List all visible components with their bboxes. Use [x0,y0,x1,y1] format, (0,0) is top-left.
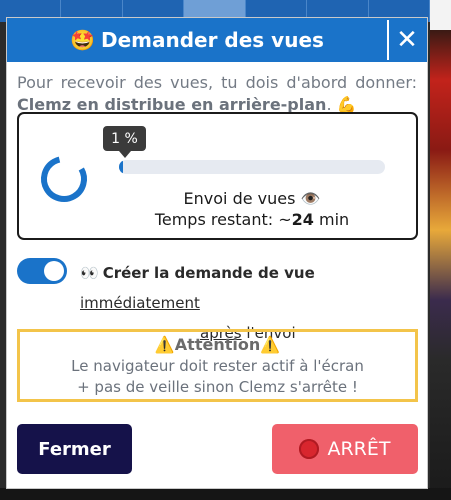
toggle-knob [44,261,64,281]
modal-header: 🤩 Demander des vues ✕ [7,18,427,62]
request-views-modal: 🤩 Demander des vues ✕ Pour recevoir des v… [7,18,427,488]
immediate-request-toggle[interactable] [17,258,67,284]
close-icon-button[interactable]: ✕ [387,20,425,60]
close-button[interactable]: Fermer [17,424,132,474]
warning-line-1: Le navigateur doit rester actif à l'écra… [71,357,364,375]
warning-title: ⚠️Attention⚠️ [154,335,281,354]
time-remaining-value: 24 [291,210,314,229]
background-bottom-bar [0,488,451,500]
background-image-strip [430,0,451,500]
time-remaining-label: Temps restant: ~24 min [119,210,385,229]
eyes-emoji: 👀 [80,264,99,282]
progress-bar [119,160,385,174]
warning-line-2: + pas de veille sinon Clemz s'arrête ! [77,378,358,396]
progress-bar-fill [119,160,123,174]
stop-sign-icon [299,439,320,459]
modal-title: 🤩 Demander des vues [7,28,427,52]
progress-panel: 1 % Envoi de vues 👁️ Temps restant: ~24 … [17,112,418,240]
loading-spinner-icon [41,156,87,202]
intro-text: Pour recevoir des vues, tu dois d'abord … [7,62,427,116]
time-remaining-unit: min [313,210,350,229]
time-remaining-prefix: Temps restant: ~ [154,210,292,229]
intro-text-prefix: Pour recevoir des vues, tu dois d'abord … [17,73,417,92]
stop-button[interactable]: ARRÊT [272,424,418,474]
stop-button-label: ARRÊT [327,438,391,460]
star-eyes-emoji: 🤩 [70,28,95,52]
progress-percent-tooltip: 1 % [103,126,146,158]
sending-status-label: Envoi de vues 👁️ [183,189,321,208]
warning-box: ⚠️Attention⚠️ Le navigateur doit rester … [17,329,418,402]
modal-title-text: Demander des vues [100,28,324,52]
immediate-request-bold: Créer la demande de vue [102,264,315,282]
immediately-link: immédiatement [80,294,200,312]
